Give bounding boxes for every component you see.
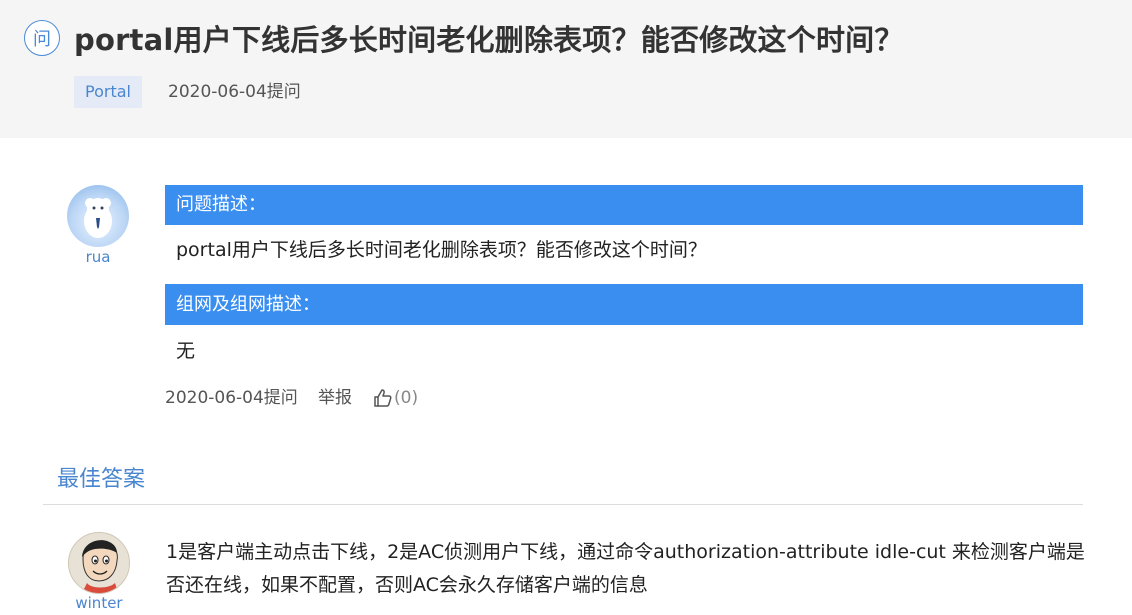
- best-answer-heading: 最佳答案: [57, 467, 146, 492]
- best-answer-text: 1是客户端主动点击下线，2是AC侦测用户下线，通过命令authorization…: [166, 541, 1085, 596]
- divider: [43, 504, 1083, 505]
- cartoon-avatar-icon: [82, 540, 119, 593]
- question-description: portal用户下线后多长时间老化删除表项？能否修改这个时间？: [176, 239, 707, 261]
- thumbs-up-icon: [374, 389, 392, 407]
- author-name-rua[interactable]: rua: [67, 248, 129, 266]
- tag-portal[interactable]: Portal: [74, 76, 142, 108]
- question-title: portal用户下线后多长时间老化删除表项？能否修改这个时间？: [74, 23, 904, 57]
- like-count: (0): [394, 388, 419, 408]
- question-date: 2020-06-04提问: [168, 82, 301, 102]
- report-link[interactable]: 举报: [318, 386, 352, 410]
- avatar-winter[interactable]: [68, 532, 130, 594]
- section-label-network: 组网及组网描述：: [165, 284, 1083, 325]
- post-date: 2020-06-04提问: [165, 388, 298, 408]
- avatar-rua[interactable]: [67, 185, 129, 247]
- like-button[interactable]: (0): [373, 386, 418, 410]
- question-badge-icon: 问: [24, 20, 60, 56]
- question-header: 问 portal用户下线后多长时间老化删除表项？能否修改这个时间？ Portal…: [0, 0, 1132, 138]
- bear-avatar-icon: [84, 198, 112, 238]
- section-label-description: 问题描述：: [165, 185, 1083, 225]
- author-name-winter[interactable]: winter: [68, 594, 130, 612]
- network-description: 无: [176, 340, 196, 362]
